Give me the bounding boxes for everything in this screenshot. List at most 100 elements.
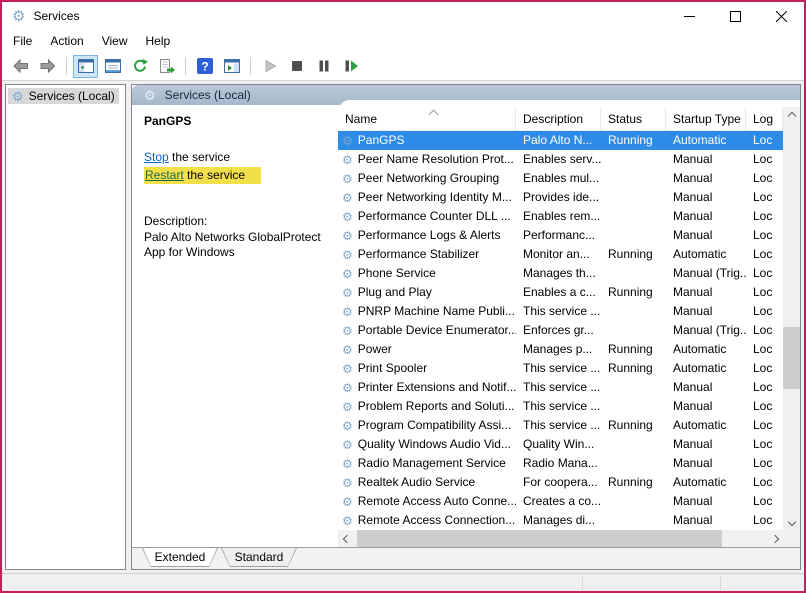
table-row[interactable]: ⚙PNRP Machine Name Publi... This service… [338,302,783,321]
forward-icon[interactable] [35,55,60,78]
service-description: Manages th... [516,264,601,283]
service-startup-type: Manual [666,188,746,207]
window-controls [666,2,804,30]
service-name: Radio Management Service [358,454,506,473]
table-row[interactable]: ⚙Realtek Audio Service For coopera... Ru… [338,473,783,492]
service-description: Enables mul... [516,169,601,188]
horizontal-scrollbar[interactable] [338,530,783,547]
show-action-pane-icon[interactable] [219,55,244,78]
table-row[interactable]: ⚙Performance Logs & Alerts Performanc...… [338,226,783,245]
pause-service-icon[interactable] [311,55,336,78]
service-description: Creates a co... [516,492,601,511]
table-row[interactable]: ⚙PanGPS Palo Alto N... Running Automatic… [338,131,783,150]
service-description: This service ... [516,302,601,321]
table-row[interactable]: ⚙Printer Extensions and Notif... This se… [338,378,783,397]
table-row[interactable]: ⚙Quality Windows Audio Vid... Quality Wi… [338,435,783,454]
toolbar: ? [2,52,804,81]
menu-help[interactable]: Help [137,32,180,50]
service-startup-type: Manual [666,207,746,226]
table-row[interactable]: ⚙Peer Networking Identity M... Provides … [338,188,783,207]
service-gear-icon: ⚙ [342,325,353,337]
menu-action[interactable]: Action [41,32,92,50]
vertical-scroll-thumb[interactable] [783,327,800,389]
service-log-on-as: Loc [746,473,783,492]
restart-service-link[interactable]: Restart [145,168,184,182]
show-console-tree-icon[interactable] [73,55,98,78]
help-icon[interactable]: ? [192,55,217,78]
service-name: Program Compatibility Assi... [358,416,511,435]
service-status [601,321,666,340]
refresh-icon[interactable] [127,55,152,78]
service-rows: ⚙PanGPS Palo Alto N... Running Automatic… [338,131,783,530]
column-header-name[interactable]: Name [338,107,516,130]
properties-icon[interactable] [100,55,125,78]
tab-standard[interactable]: Standard [221,548,297,567]
table-row[interactable]: ⚙Performance Counter DLL ... Enables rem… [338,207,783,226]
table-row[interactable]: ⚙Plug and Play Enables a c... Running Ma… [338,283,783,302]
table-row[interactable]: ⚙Radio Management Service Radio Mana... … [338,454,783,473]
service-list-panel: Name Description Status Startup Type Log… [338,100,800,547]
service-description: Quality Win... [516,435,601,454]
restart-service-icon[interactable] [338,55,363,78]
table-row[interactable]: ⚙Peer Name Resolution Prot... Enables se… [338,150,783,169]
table-row[interactable]: ⚙Phone Service Manages th... Manual (Tri… [338,264,783,283]
service-log-on-as: Loc [746,435,783,454]
stop-service-icon[interactable] [284,55,309,78]
service-startup-type: Manual [666,492,746,511]
service-status [601,378,666,397]
service-log-on-as: Loc [746,226,783,245]
service-log-on-as: Loc [746,359,783,378]
table-row[interactable]: ⚙ Remote Access Auto Conne... Creates a c… [338,492,783,511]
export-list-icon[interactable] [154,55,179,78]
service-name: Power [358,340,392,359]
service-status [601,454,666,473]
service-description: Enables a c... [516,283,601,302]
scroll-right-icon[interactable] [766,530,783,547]
service-startup-type: Manual [666,302,746,321]
menu-file[interactable]: File [4,32,41,50]
column-header-status[interactable]: Status [601,107,666,130]
vertical-scrollbar[interactable] [783,107,800,530]
table-row[interactable]: ⚙Peer Networking Grouping Enables mul...… [338,169,783,188]
service-description: This service ... [516,397,601,416]
scroll-down-icon[interactable] [783,513,800,530]
minimize-button[interactable] [666,2,712,30]
service-status [601,511,666,530]
service-description: Provides ide... [516,188,601,207]
table-row[interactable]: ⚙Problem Reports and Soluti... This serv… [338,397,783,416]
table-row[interactable]: ⚙Program Compatibility Assi... This serv… [338,416,783,435]
table-row[interactable]: ⚙Power Manages p... Running Automatic Lo… [338,340,783,359]
service-log-on-as: Loc [746,169,783,188]
table-row[interactable]: ⚙Print Spooler This service ... Running … [338,359,783,378]
service-description: This service ... [516,378,601,397]
menu-view[interactable]: View [93,32,137,50]
service-description: Radio Mana... [516,454,601,473]
scroll-up-icon[interactable] [783,107,800,124]
back-icon[interactable] [8,55,33,78]
scroll-left-icon[interactable] [338,530,355,547]
maximize-button[interactable] [712,2,758,30]
service-gear-icon: ⚙ [342,477,353,489]
stop-service-link[interactable]: Stop [144,150,169,164]
close-button[interactable] [758,2,804,30]
start-service-icon[interactable] [257,55,282,78]
table-row[interactable]: ⚙Portable Device Enumerator... Enforces … [338,321,783,340]
tree-item-label: Services (Local) [29,89,115,103]
service-description: This service ... [516,359,601,378]
tab-extended[interactable]: Extended [142,548,218,567]
column-header-log-on-as[interactable]: Log [746,107,783,130]
service-gear-icon: ⚙ [342,496,353,508]
service-status: Running [601,340,666,359]
service-gear-icon: ⚙ [342,382,353,394]
service-startup-type: Manual [666,397,746,416]
table-row[interactable]: ⚙Performance Stabilizer Monitor an... Ru… [338,245,783,264]
tree-item-services-local[interactable]: ⚙ Services (Local) [8,88,119,104]
column-header-description[interactable]: Description [516,107,601,130]
service-name: Remote Access Auto Conne... [358,492,516,511]
service-status [601,169,666,188]
column-header-startup-type[interactable]: Startup Type [666,107,746,130]
table-row[interactable]: ⚙Remote Access Connection... Manages di.… [338,511,783,530]
service-startup-type: Manual [666,226,746,245]
horizontal-scroll-thumb[interactable] [357,530,722,547]
service-name: Portable Device Enumerator... [358,321,516,340]
